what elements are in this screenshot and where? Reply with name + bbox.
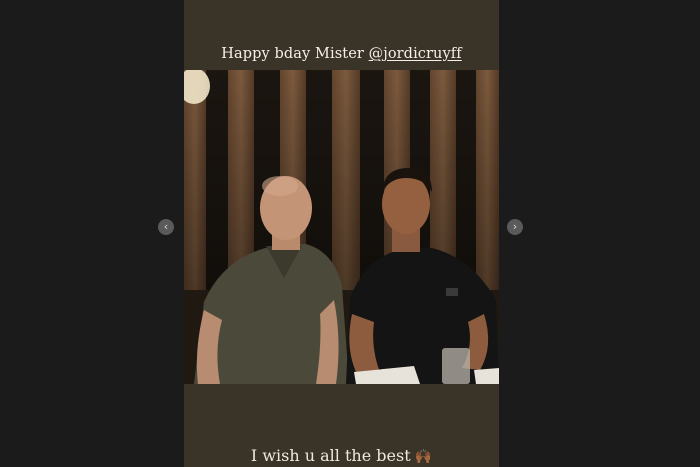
caption-text: Happy bday Mister xyxy=(221,46,369,62)
story-photo xyxy=(184,70,499,384)
chevron-right-icon: › xyxy=(512,220,518,233)
photo-illustration xyxy=(184,70,499,384)
chevron-left-icon: ‹ xyxy=(163,220,169,233)
story-caption-bottom: I wish u all the best 🙌🏾 xyxy=(184,446,499,465)
story-caption-top: Happy bday Mister @jordicruyff xyxy=(184,46,499,62)
next-story-button[interactable]: › xyxy=(507,219,523,235)
story-card[interactable]: Happy bday Mister @jordicruyff I wish u … xyxy=(184,0,499,467)
story-viewer: ‹ Happy bday Mister @jordicruyff I wish … xyxy=(0,0,700,467)
user-mention-link[interactable]: @jordicruyff xyxy=(369,46,462,62)
previous-story-button[interactable]: ‹ xyxy=(158,219,174,235)
caption-text: I wish u all the best xyxy=(250,446,411,465)
water-glass xyxy=(442,348,470,384)
raised-hands-icon: 🙌🏾 xyxy=(414,449,433,465)
